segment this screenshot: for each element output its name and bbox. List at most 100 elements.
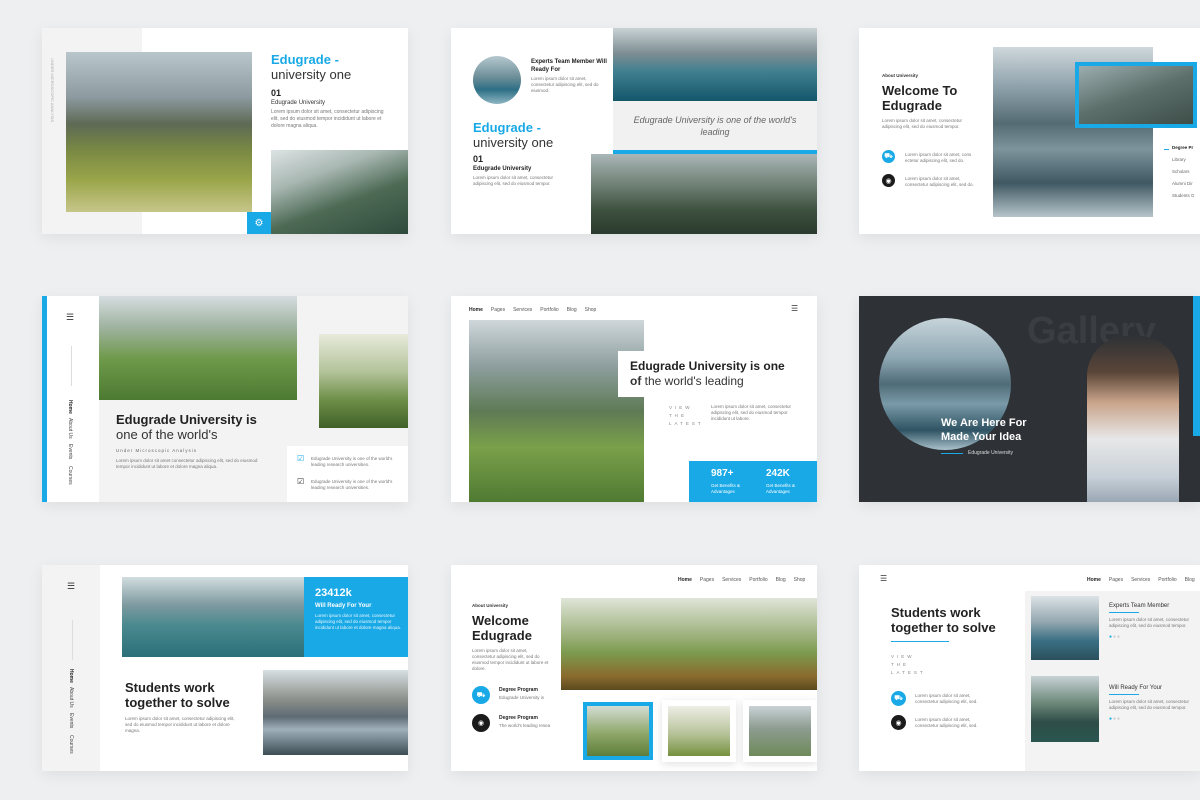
menu-icon[interactable]: ☰ [66, 312, 74, 323]
nav-services[interactable]: Services [513, 307, 532, 313]
slide-1[interactable]: UNDER MICROSCOPIC ANALYSIS ⚙ Edugrade - … [42, 28, 408, 234]
nav-portfolio[interactable]: Portfolio [749, 577, 767, 583]
item2: Lorem ipsum dolor sit amet, consectetur … [915, 717, 978, 728]
car-icon: ⛟ [894, 695, 903, 702]
card1-dots[interactable]: ●●● [1109, 634, 1197, 640]
slide-6[interactable]: Gallery We Are Here For Made Your Idea E… [859, 296, 1200, 502]
menu-icon[interactable]: ☰ [791, 304, 798, 313]
title-bold: Edugrade University is one [630, 359, 785, 373]
list-item-5[interactable]: Students G [1172, 193, 1200, 205]
slide-3[interactable]: About University Welcome To Edugrade Lor… [859, 28, 1200, 234]
nav-home[interactable]: Home [68, 669, 74, 683]
nav-shop[interactable]: Shop [794, 577, 806, 583]
camera-icon-badge[interactable]: ◉ [472, 714, 490, 732]
nav-about[interactable]: About Us [68, 687, 74, 708]
car-icon-badge[interactable]: ⛟ [472, 686, 490, 704]
top-nav: Home Pages Services Portfolio Blog Shop [678, 577, 813, 583]
title-light: university one [473, 135, 554, 150]
nav-events[interactable]: Events [68, 713, 74, 728]
nav-home[interactable]: Home [67, 400, 73, 414]
nav-blog[interactable]: Blog [1185, 577, 1195, 583]
title-light: the world's leading [641, 374, 744, 388]
mountain-meadow-photo [66, 52, 252, 212]
title: Students work together to solve [891, 605, 996, 635]
list-item-3[interactable]: Scholars [1172, 169, 1200, 181]
mountain-lake-photo [263, 670, 408, 755]
slide-7[interactable]: ☰ Home About Us Events Courses 23412k Wi… [42, 565, 408, 771]
nav-pages[interactable]: Pages [491, 307, 505, 313]
body: Lorem ipsum dolor sit amet, consectetur … [473, 175, 554, 186]
list-item-4[interactable]: Alumni Dir [1172, 181, 1200, 193]
nav-portfolio[interactable]: Portfolio [1158, 577, 1176, 583]
title-line-2: of the world's leading [630, 374, 810, 389]
forest-photo [591, 154, 817, 234]
car-icon-badge[interactable]: ⛟ [882, 150, 895, 163]
check-icon-2: ☑ [297, 477, 305, 486]
body: Lorem ipsum dolor sit amet, consectetur … [711, 404, 792, 421]
nav-home[interactable]: Home [469, 307, 483, 313]
nav-pages[interactable]: Pages [700, 577, 714, 583]
right-accent-bar [1193, 296, 1200, 436]
camera-icon-badge[interactable]: ◉ [891, 715, 906, 730]
fjord-photo [271, 150, 408, 234]
stat2-label: Get Benefits & Advantages [766, 483, 796, 494]
title: Students work together to solve [125, 680, 230, 710]
card2-dots[interactable]: ●●● [1109, 716, 1197, 722]
list-accent [1164, 149, 1169, 150]
car-icon: ⛟ [884, 153, 893, 160]
slide-9[interactable]: ☰ Home Pages Services Portfolio Blog Student… [859, 565, 1200, 771]
title-bold: Edugrade - [473, 120, 541, 135]
menu-icon[interactable]: ☰ [67, 581, 75, 592]
camera-icon-badge[interactable]: ◉ [882, 174, 895, 187]
view-latest[interactable]: VIEW THE LATEST [669, 404, 701, 428]
stat1-label: Get Benefits & Advantages [711, 483, 741, 494]
slide-4[interactable]: ☰ Home About Us Events Courses Edugrade … [42, 296, 408, 502]
view-latest[interactable]: VIEW THE LATEST [891, 653, 923, 677]
title-underline [891, 641, 949, 642]
thumbnail-1-selected[interactable] [583, 702, 653, 760]
car-icon-badge[interactable]: ⛟ [891, 691, 906, 706]
top-nav: Home Pages Services Portfolio Blog Shop [469, 307, 604, 313]
stat-label: Will Ready For Your [315, 603, 372, 609]
list-item-2[interactable]: Library [1172, 157, 1200, 169]
nav-services[interactable]: Services [1131, 577, 1150, 583]
side-caption: UNDER MICROSCOPIC ANALYSIS [50, 58, 55, 123]
card1-body: Lorem ipsum dolor sit amet, consectetur … [1109, 617, 1190, 628]
nav-events[interactable]: Events [67, 444, 73, 459]
item2: Lorem ipsum dolor sit amet, consectetur … [905, 176, 974, 187]
list-item-1[interactable]: Degree Pr [1172, 145, 1200, 157]
title-of: of [630, 374, 642, 388]
nav-blog[interactable]: Blog [776, 577, 786, 583]
item2-body: The world's leading resea [499, 723, 551, 728]
slide-8[interactable]: Home Pages Services Portfolio Blog Shop About… [451, 565, 817, 771]
gear-icon-badge[interactable]: ⚙ [247, 212, 271, 234]
nav-home[interactable]: Home [1087, 577, 1101, 583]
nav-about[interactable]: About Us [67, 418, 73, 439]
card2-photo [1031, 676, 1099, 742]
menu-icon[interactable]: ☰ [880, 574, 887, 583]
item1: Lorem ipsum dolor sit amet, cons ectetur… [905, 152, 972, 163]
nav-home[interactable]: Home [678, 577, 692, 583]
thumbnail-2 [668, 706, 730, 756]
stat2-value: 242K [766, 468, 790, 479]
side-divider [71, 346, 72, 386]
lake-island-photo [122, 577, 304, 657]
nav-blog[interactable]: Blog [567, 307, 577, 313]
title-bold: Edugrade University is [116, 412, 257, 427]
lake-circle-photo [473, 56, 521, 104]
body: Lorem ipsum dolor sit amet, consectetur … [882, 118, 963, 129]
body: Lorem ipsum dolor sit amet, consectetur … [472, 648, 549, 671]
nav-pages[interactable]: Pages [1109, 577, 1123, 583]
nav-services[interactable]: Services [722, 577, 741, 583]
check-icon-1: ☑ [297, 454, 305, 463]
nav-shop[interactable]: Shop [585, 307, 597, 313]
nav-courses[interactable]: Courses [68, 735, 74, 754]
nav-courses[interactable]: Courses [67, 466, 73, 485]
title-light: university one [271, 67, 352, 82]
slide-5[interactable]: Home Pages Services Portfolio Blog Shop ☰ Edu… [451, 296, 817, 502]
body: Lorem ipsum dolor sit amet, consectetur … [271, 109, 384, 129]
slide-2[interactable]: Experts Team Member Will Ready For Lorem… [451, 28, 817, 234]
nav-portfolio[interactable]: Portfolio [540, 307, 558, 313]
item1-body: Edugrade University is [499, 695, 545, 700]
body: Lorem ipsum dolor sit amet consectetur a… [116, 458, 258, 469]
